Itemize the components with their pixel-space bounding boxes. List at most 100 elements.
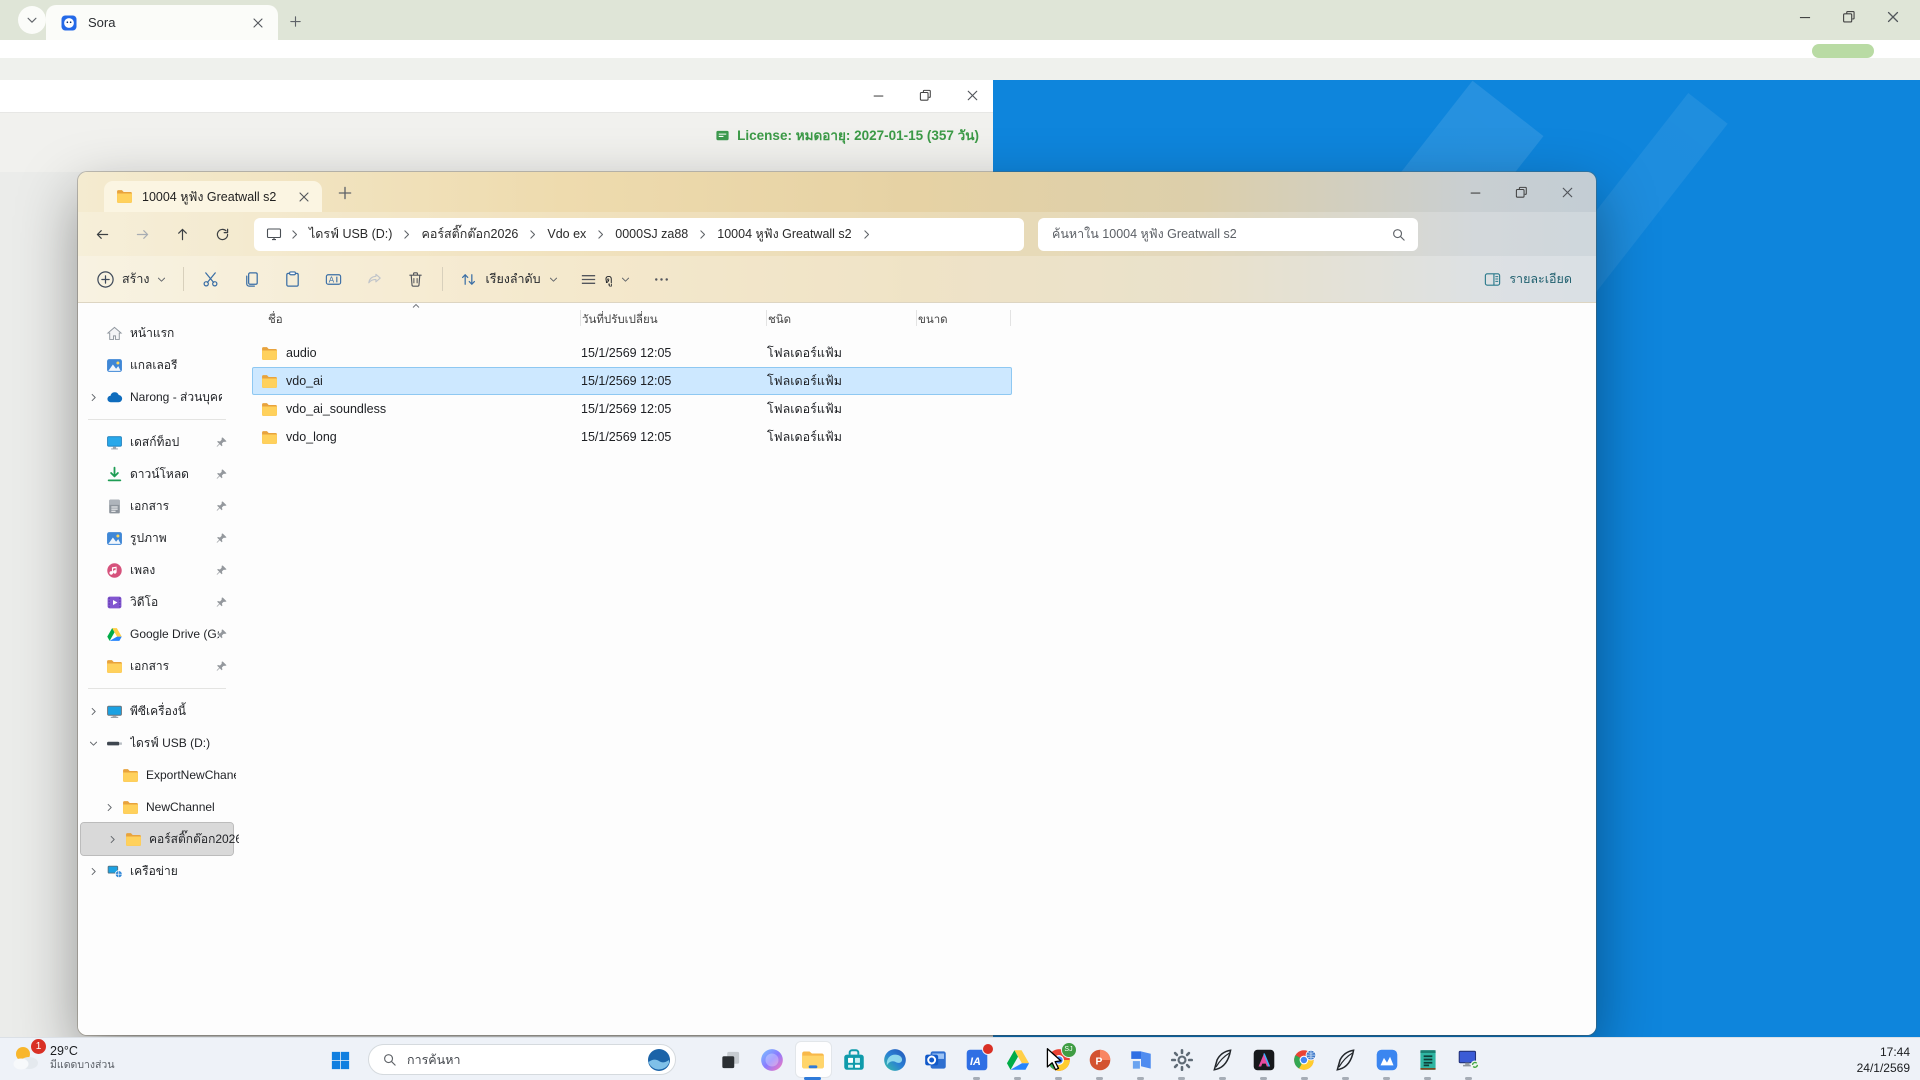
explorer-tab-close-icon[interactable] — [296, 189, 312, 205]
sidebar-item[interactable]: วิดีโอ — [78, 586, 236, 618]
explorer-new-tab-button[interactable] — [336, 184, 354, 202]
taskbar-copilot[interactable] — [751, 1040, 792, 1080]
taskbar-quill-app[interactable] — [1202, 1040, 1243, 1080]
file-row[interactable]: vdo_long15/1/2569 12:05โฟลเดอร์แฟ้ม — [252, 423, 1012, 451]
taskbar-blue-tiles-app[interactable] — [1120, 1040, 1161, 1080]
taskbar-outlook[interactable] — [915, 1040, 956, 1080]
taskbar-file-explorer[interactable] — [792, 1040, 833, 1080]
taskbar-quill-app-2[interactable] — [1325, 1040, 1366, 1080]
tab-search-button[interactable] — [18, 6, 46, 34]
column-header[interactable]: ชนิด — [768, 311, 791, 329]
sidebar-item[interactable]: เพลง — [78, 554, 236, 586]
column-header[interactable]: ขนาด — [918, 311, 948, 329]
taskbar-google-drive[interactable] — [997, 1040, 1038, 1080]
view-button[interactable]: ดู — [569, 262, 641, 296]
taskbar-chrome-globe[interactable] — [1284, 1040, 1325, 1080]
sidebar-item[interactable]: แกลเลอรี — [78, 349, 236, 381]
cut-button[interactable] — [190, 262, 231, 296]
chevron-right-icon[interactable] — [107, 834, 118, 845]
taskbar-weather-widget[interactable]: 1 29°C มีแดดบางส่วน — [10, 1042, 115, 1074]
copy-button[interactable] — [231, 262, 272, 296]
browser-tab-sora[interactable]: Sora — [46, 5, 278, 40]
license-minimize-button[interactable] — [870, 87, 887, 104]
sidebar-item[interactable]: เครือข่าย — [78, 855, 236, 887]
clock-time: 17:44 — [1857, 1044, 1910, 1060]
sort-button[interactable]: เรียงลำดับ — [449, 262, 568, 296]
taskbar-search-box[interactable]: การค้นหา — [368, 1044, 676, 1075]
screen: Sora License: หมดอายุ: 2027-01-15 (357 ว… — [0, 0, 1920, 1080]
taskbar-clock[interactable]: 17:44 24/1/2569 — [1857, 1044, 1910, 1076]
start-button[interactable] — [322, 1042, 358, 1078]
chevron-right-icon[interactable] — [88, 706, 99, 717]
chevron-right-icon[interactable] — [104, 802, 115, 813]
taskbar-dark-a-app[interactable] — [1243, 1040, 1284, 1080]
taskbar-task-view[interactable] — [710, 1040, 751, 1080]
taskbar-edge[interactable] — [874, 1040, 915, 1080]
profile-pill[interactable] — [1812, 44, 1874, 58]
sidebar-item[interactable]: Google Drive (G: — [78, 618, 236, 650]
sidebar-item[interactable]: เดสก์ท็อป — [78, 426, 236, 458]
sort-ascending-icon[interactable] — [410, 300, 422, 312]
sidebar-item[interactable]: ไดรฟ์ USB (D:) — [78, 727, 236, 759]
breadcrumb-item[interactable]: Vdo ex — [545, 227, 588, 241]
rename-button[interactable]: A — [313, 262, 354, 296]
taskbar-powerpoint[interactable]: P — [1079, 1040, 1120, 1080]
file-row[interactable]: vdo_ai15/1/2569 12:05โฟลเดอร์แฟ้ม — [252, 367, 1012, 395]
share-button[interactable] — [354, 262, 395, 296]
breadcrumb-item[interactable]: คอร์สติ๊กต๊อก2026 — [419, 224, 520, 244]
taskbar-microsoft-store[interactable] — [833, 1040, 874, 1080]
explorer-minimize-button[interactable] — [1452, 172, 1498, 212]
breadcrumb-item[interactable]: 0000SJ za88 — [613, 227, 690, 241]
taskbar-m-mountain-app[interactable] — [1366, 1040, 1407, 1080]
forward-button[interactable] — [126, 218, 158, 250]
back-button[interactable] — [86, 218, 118, 250]
details-button[interactable]: รายละเอียด — [1473, 262, 1582, 296]
breadcrumb-item[interactable]: ไดรฟ์ USB (D:) — [307, 224, 394, 244]
taskbar-remote-pc-app[interactable] — [1448, 1040, 1489, 1080]
sidebar-item[interactable]: NewChannel — [78, 791, 236, 823]
up-button[interactable] — [166, 218, 198, 250]
taskbar-ia-app[interactable]: IA — [956, 1040, 997, 1080]
explorer-titlebar[interactable]: 10004 หูฟัง Greatwall s2 — [78, 172, 1596, 212]
sidebar-item[interactable]: พีซีเครื่องนี้ — [78, 695, 236, 727]
browser-minimize-button[interactable] — [1796, 8, 1814, 26]
sidebar-item[interactable]: ExportNewChanel — [78, 759, 236, 791]
restore-icon — [1513, 184, 1530, 201]
column-header[interactable]: วันที่ปรับเปลี่ยน — [582, 311, 658, 329]
breadcrumb-item[interactable]: 10004 หูฟัง Greatwall s2 — [715, 224, 853, 244]
sidebar-item[interactable]: Narong - ส่วนบุคคล — [78, 381, 236, 413]
file-row[interactable]: audio15/1/2569 12:05โฟลเดอร์แฟ้ม — [252, 339, 1012, 367]
new-button[interactable]: สร้าง — [86, 262, 177, 296]
browser-close-button[interactable] — [1884, 8, 1902, 26]
file-row[interactable]: vdo_ai_soundless15/1/2569 12:05โฟลเดอร์แ… — [252, 395, 1012, 423]
notification-badge — [982, 1043, 994, 1055]
sidebar-item[interactable]: เอกสาร — [78, 490, 236, 522]
taskbar-notepad-app[interactable] — [1407, 1040, 1448, 1080]
sidebar-item[interactable]: รูปภาพ — [78, 522, 236, 554]
sidebar-item[interactable]: คอร์สติ๊กต๊อก2026 — [81, 823, 233, 855]
chevron-down-icon[interactable] — [88, 738, 99, 749]
paste-button[interactable] — [272, 262, 313, 296]
column-header[interactable]: ชื่อ — [268, 311, 283, 329]
sidebar-item[interactable]: ดาวน์โหลด — [78, 458, 236, 490]
license-restore-button[interactable] — [917, 87, 934, 104]
taskbar-settings[interactable] — [1161, 1040, 1202, 1080]
browser-restore-button[interactable] — [1840, 8, 1858, 26]
new-tab-button[interactable] — [284, 10, 306, 32]
delete-button[interactable] — [395, 262, 436, 296]
column-headers: ชื่อ วันที่ปรับเปลี่ยน ชนิด ขนาด — [236, 303, 1596, 333]
browser-tab-bar: Sora — [0, 0, 1920, 40]
explorer-maximize-button[interactable] — [1498, 172, 1544, 212]
address-bar[interactable]: ไดรฟ์ USB (D:) คอร์สติ๊กต๊อก2026 Vdo ex 000… — [254, 218, 1024, 251]
license-close-button[interactable] — [964, 87, 981, 104]
sidebar-item[interactable]: เอกสาร — [78, 650, 236, 682]
explorer-tab[interactable]: 10004 หูฟัง Greatwall s2 — [104, 181, 322, 212]
tab-close-icon[interactable] — [250, 15, 266, 31]
explorer-close-button[interactable] — [1544, 172, 1590, 212]
refresh-button[interactable] — [206, 218, 238, 250]
chevron-right-icon[interactable] — [88, 866, 99, 877]
chevron-right-icon[interactable] — [88, 392, 99, 403]
more-button[interactable] — [641, 262, 682, 296]
explorer-search-box[interactable]: ค้นหาใน 10004 หูฟัง Greatwall s2 — [1038, 218, 1418, 251]
sidebar-item[interactable]: หน้าแรก — [78, 317, 236, 349]
